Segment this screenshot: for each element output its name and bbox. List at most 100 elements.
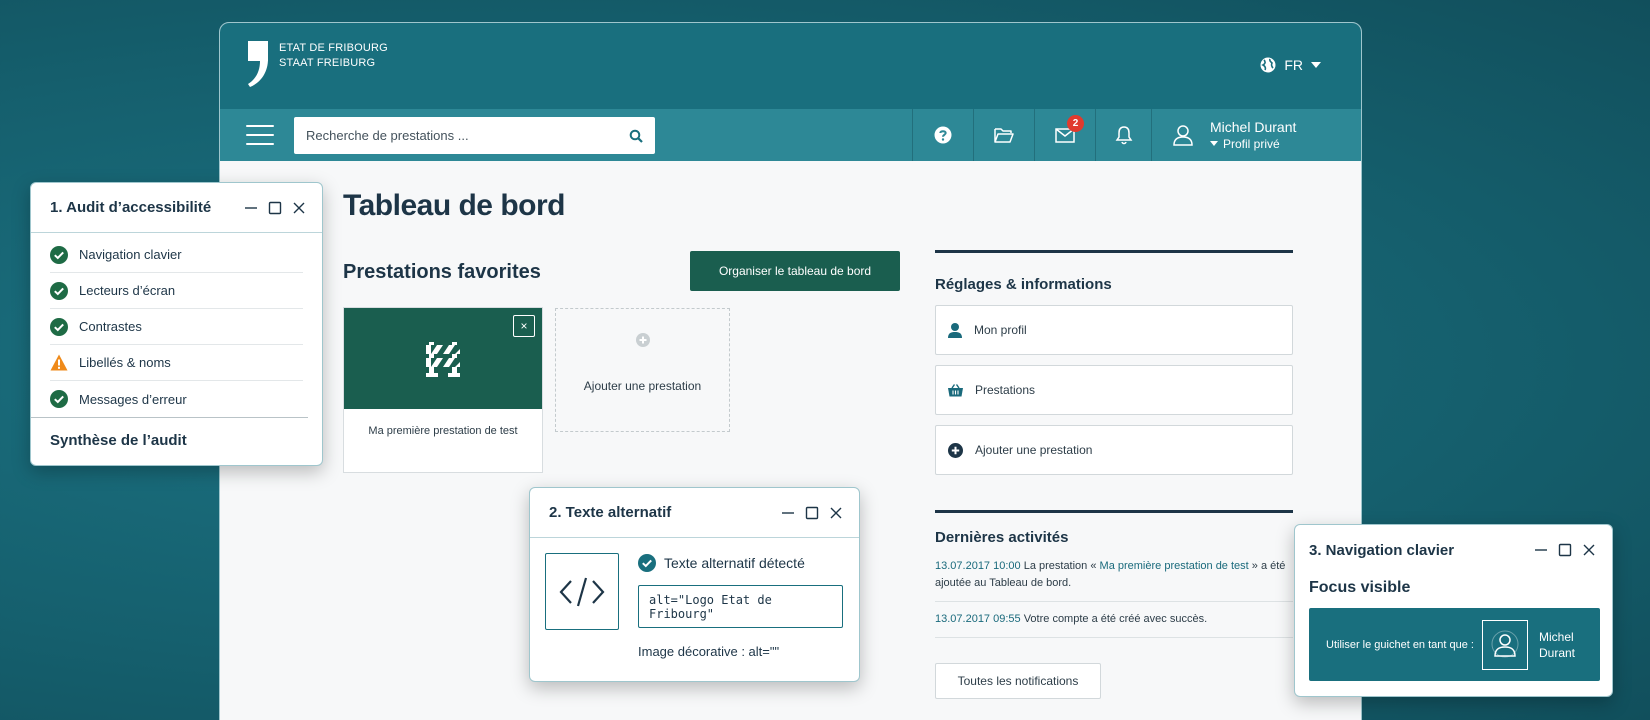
- settings-item-add-prestation[interactable]: Ajouter une prestation: [935, 425, 1293, 475]
- language-selector[interactable]: FR: [1260, 57, 1321, 73]
- settings-item-label: Prestations: [975, 383, 1036, 397]
- activity-text: Votre compte a été créé avec succès.: [1020, 613, 1208, 625]
- window-controls: [781, 506, 843, 520]
- audit-summary[interactable]: Synthèse de l’audit: [31, 417, 308, 449]
- check-circle-icon: [50, 390, 68, 408]
- check-circle-icon: [638, 554, 656, 572]
- menu-icon[interactable]: [246, 125, 274, 145]
- user-profile-label: Profil privé: [1223, 136, 1280, 151]
- favorites-title: Prestations favorites: [343, 261, 541, 283]
- logo-text: ETAT DE FRIBOURG STAAT FREIBURG: [279, 41, 388, 87]
- focus-avatar[interactable]: [1481, 619, 1528, 670]
- settings-item-prestations[interactable]: Prestations: [935, 365, 1293, 415]
- activities-title: Dernières activités: [935, 529, 1069, 546]
- audit-item[interactable]: Libellés & noms: [50, 345, 303, 381]
- user-icon: [1173, 125, 1193, 146]
- chevron-down-icon: [1311, 62, 1321, 68]
- keyboard-nav-panel: 3. Navigation clavier Focus visible Util…: [1294, 524, 1613, 697]
- close-icon[interactable]: [292, 201, 306, 215]
- favorite-card-label: Ma première prestation de test: [368, 425, 518, 437]
- toolbar-icons: 2 Michel Durant Profil privé: [912, 109, 1361, 161]
- mail-badge: 2: [1067, 115, 1084, 132]
- audit-item-label: Lecteurs d’écran: [79, 283, 176, 298]
- alt-code: alt="Logo Etat de Fribourg": [638, 585, 843, 628]
- logo[interactable]: ETAT DE FRIBOURG STAAT FREIBURG: [246, 41, 388, 87]
- audit-item-label: Navigation clavier: [79, 247, 182, 262]
- audit-item-label: Messages d’erreur: [79, 391, 187, 407]
- warning-icon: [50, 354, 68, 371]
- search-icon[interactable]: [629, 129, 643, 143]
- globe-icon: [1260, 57, 1276, 73]
- logo-line-2: STAAT FREIBURG: [279, 57, 376, 69]
- plus-circle-icon: [948, 442, 963, 458]
- user-icon: [1491, 630, 1519, 657]
- favorite-card-banner: ×: [344, 308, 542, 409]
- focus-name: Michel Durant: [1539, 629, 1575, 661]
- bell-icon: [1115, 126, 1132, 145]
- page-title: Tableau de bord: [343, 189, 565, 222]
- user-name: Michel Durant: [1210, 118, 1297, 135]
- all-notifications-button[interactable]: Toutes les notifications: [935, 663, 1101, 699]
- focus-title: Focus visible: [1309, 579, 1411, 596]
- window-controls: [1534, 543, 1596, 557]
- close-icon[interactable]: [1582, 543, 1596, 557]
- add-prestation-card[interactable]: Ajouter une prestation: [555, 308, 730, 432]
- top-header: ETAT DE FRIBOURG STAAT FREIBURG FR: [220, 23, 1361, 109]
- alt-panel-header: 2. Texte alternatif: [530, 488, 859, 538]
- check-circle-icon: [50, 245, 68, 264]
- user-menu[interactable]: Michel Durant Profil privé: [1151, 109, 1361, 161]
- audit-panel-title: 1. Audit d’accessibilité: [50, 199, 212, 216]
- maximize-icon[interactable]: [268, 201, 282, 215]
- settings-section: Réglages & informations Mon profil Prest…: [935, 250, 1293, 485]
- audit-panel: 1. Audit d’accessibilité Navigation clav…: [30, 182, 323, 466]
- notifications-button[interactable]: [1095, 109, 1151, 161]
- maximize-icon[interactable]: [1558, 543, 1572, 557]
- audit-item[interactable]: Messages d’erreur: [50, 381, 303, 417]
- settings-item-profile[interactable]: Mon profil: [935, 305, 1293, 355]
- settings-item-label: Mon profil: [974, 323, 1027, 337]
- activity-item: 13.07.2017 09:55 Votre compte a été créé…: [935, 611, 1293, 638]
- logo-line-1: ETAT DE FRIBOURG: [279, 42, 388, 54]
- close-icon[interactable]: [829, 506, 843, 520]
- add-prestation-label: Ajouter une prestation: [583, 379, 702, 393]
- activity-link[interactable]: Ma première prestation de test: [1100, 560, 1249, 572]
- check-circle-icon: [50, 281, 68, 300]
- search-box: [294, 117, 655, 154]
- user-info: Michel Durant Profil privé: [1210, 119, 1296, 152]
- focus-name-line-1: Michel: [1538, 629, 1574, 644]
- audit-item[interactable]: Contrastes: [50, 309, 303, 345]
- alt-decorative-note: Image décorative : alt="": [638, 644, 780, 659]
- language-label: FR: [1284, 57, 1303, 73]
- audit-item[interactable]: Lecteurs d’écran: [50, 273, 303, 309]
- nav-panel-header: 3. Navigation clavier: [1295, 525, 1612, 575]
- settings-item-label: Ajouter une prestation: [975, 443, 1093, 457]
- settings-title: Réglages & informations: [935, 276, 1112, 293]
- fribourg-logo-icon: [248, 41, 268, 87]
- user-profile[interactable]: Profil privé: [1210, 136, 1296, 152]
- plus-circle-icon: [635, 333, 650, 347]
- minimize-icon[interactable]: [1534, 543, 1548, 557]
- alt-detected-label: Texte alternatif détecté: [664, 555, 805, 571]
- organise-dashboard-button[interactable]: Organiser le tableau de bord: [690, 251, 900, 291]
- focus-box[interactable]: Utiliser le guichet en tant que : Michel…: [1309, 608, 1600, 681]
- audit-panel-header: 1. Audit d’accessibilité: [31, 183, 322, 233]
- mail-button[interactable]: 2: [1034, 109, 1095, 161]
- help-icon: [934, 126, 952, 144]
- check-circle-icon: [50, 317, 68, 336]
- favorite-card[interactable]: × Ma première prestation de test: [343, 307, 543, 473]
- audit-item[interactable]: Navigation clavier: [50, 237, 303, 273]
- search-input[interactable]: [306, 128, 629, 143]
- minimize-icon[interactable]: [781, 506, 795, 520]
- activity-date: 13.07.2017 09:55: [935, 613, 1021, 625]
- help-button[interactable]: [912, 109, 973, 161]
- code-icon: [559, 577, 605, 606]
- window-controls: [244, 201, 306, 215]
- maximize-icon[interactable]: [805, 506, 819, 520]
- folder-button[interactable]: [973, 109, 1034, 161]
- alt-text-panel: 2. Texte alternatif Texte alternatif dét…: [529, 487, 860, 682]
- minimize-icon[interactable]: [244, 201, 258, 215]
- nav-panel-title: 3. Navigation clavier: [1309, 541, 1455, 559]
- audit-list: Navigation clavier Lecteurs d’écran Cont…: [31, 233, 322, 417]
- remove-favorite-button[interactable]: ×: [513, 315, 535, 337]
- activity-item: 13.07.2017 10:00 La prestation « Ma prem…: [935, 558, 1293, 602]
